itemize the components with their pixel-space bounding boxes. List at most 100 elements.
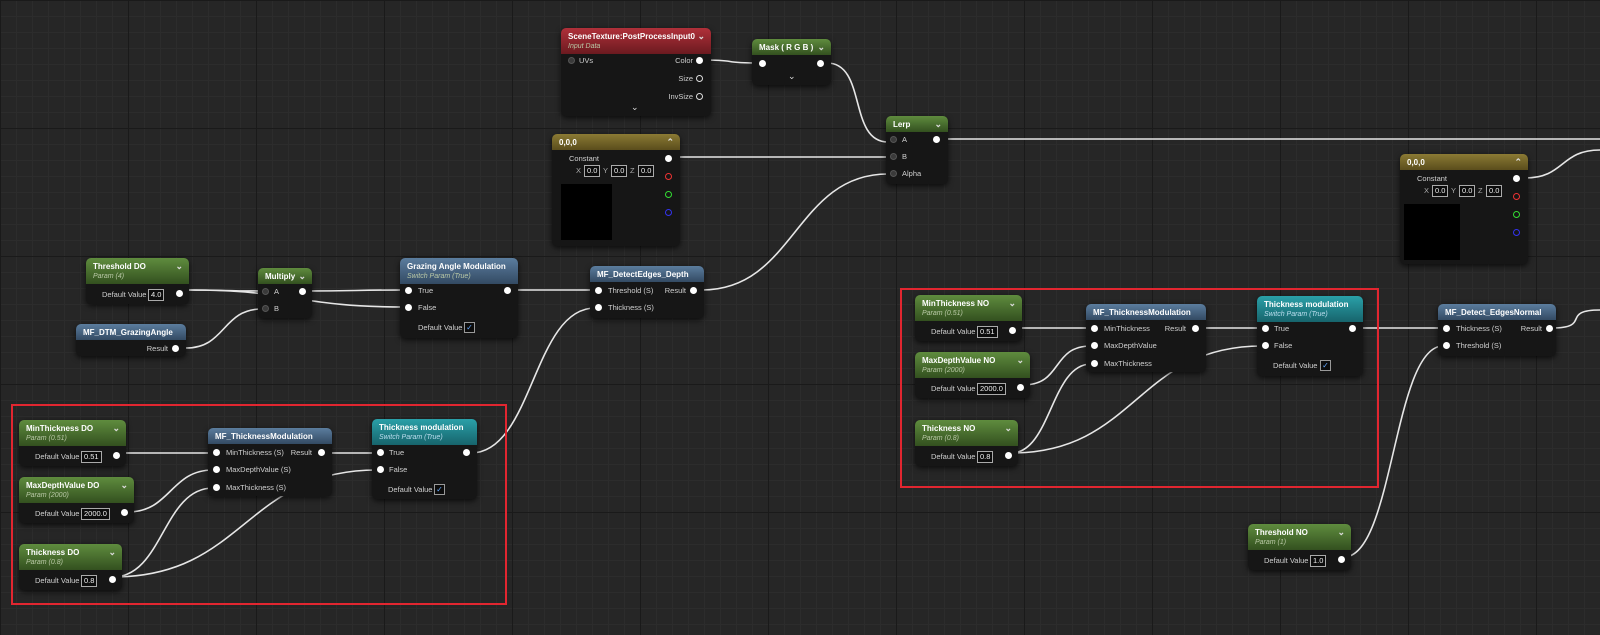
detect-normal-title: MF_Detect_EdgesNormal xyxy=(1445,308,1542,317)
default-value-field[interactable]: 1.0 xyxy=(1310,555,1327,567)
chevron-down-icon[interactable]: ⌄ xyxy=(1337,527,1345,538)
constant-header[interactable]: 0,0,0 ⌃ xyxy=(552,134,680,150)
wire-connection-5 xyxy=(187,289,263,292)
pin-threshold-no-output[interactable] xyxy=(1338,556,1345,563)
pin-blue-output[interactable] xyxy=(1513,229,1520,236)
constant-node-center[interactable]: 0,0,0 ⌃ Constant X 0.0 Y 0.0 Z 0.0 xyxy=(552,134,680,246)
pin-detect-normal-output[interactable] xyxy=(1546,325,1553,332)
color-preview-swatch xyxy=(1404,204,1460,260)
pin-multiply-b-label: B xyxy=(274,304,280,313)
scene-texture-subtitle: Input Data xyxy=(568,43,601,50)
chevron-down-icon[interactable]: ⌄ xyxy=(817,42,825,53)
pin-mask-output[interactable] xyxy=(817,60,824,67)
pin-thickness-label: Thickness (S) xyxy=(608,303,654,312)
pin-threshold-do-output[interactable] xyxy=(176,290,183,297)
pin-true-input[interactable] xyxy=(405,287,412,294)
y-label: Y xyxy=(1451,186,1457,195)
pin-multiply-output[interactable] xyxy=(299,288,306,295)
constant-node-right[interactable]: 0,0,0 ⌃ Constant X 0.0 Y 0.0 Z 0.0 xyxy=(1400,154,1528,264)
pin-green-output[interactable] xyxy=(665,191,672,198)
y-value-field[interactable]: 0.0 xyxy=(1459,185,1476,197)
grazing-angle-function-node[interactable]: MF_DTM_GrazingAngle Result xyxy=(76,324,186,356)
pin-threshold-input[interactable] xyxy=(1443,342,1450,349)
pin-uvs-input[interactable] xyxy=(568,57,575,64)
default-value-field[interactable]: 4.0 xyxy=(148,289,165,301)
pin-thickness-input[interactable] xyxy=(595,304,602,311)
chevron-down-icon[interactable]: ⌄ xyxy=(697,31,705,42)
x-value-field[interactable]: 0.0 xyxy=(584,165,601,177)
pin-color-output[interactable] xyxy=(696,57,703,64)
threshold-do-header[interactable]: Threshold DO Param (4) ⌄ xyxy=(86,258,189,284)
lerp-title: Lerp xyxy=(893,120,911,129)
pin-lerp-output[interactable] xyxy=(933,136,940,143)
scene-texture-node[interactable]: SceneTexture:PostProcessInput0 Input Dat… xyxy=(561,28,711,116)
pin-constant-output[interactable] xyxy=(665,155,672,162)
wire-connection-24 xyxy=(1524,149,1600,179)
pin-uvs-label: UVs xyxy=(579,56,594,65)
mask-node[interactable]: Mask ( R G B ) ⌄ ⌄ xyxy=(752,39,831,85)
pin-lerp-b[interactable] xyxy=(890,153,897,160)
mask-title: Mask ( R G B ) xyxy=(759,43,814,52)
detect-edges-depth-node[interactable]: MF_DetectEdges_Depth Threshold (S) Thick… xyxy=(590,266,704,318)
mask-header[interactable]: Mask ( R G B ) ⌄ xyxy=(752,39,831,55)
pin-size-output[interactable] xyxy=(696,75,703,82)
pin-threshold-input[interactable] xyxy=(595,287,602,294)
y-value-field[interactable]: 0.0 xyxy=(611,165,628,177)
grazing-switch-subtitle: Switch Param (True) xyxy=(407,273,471,280)
pin-red-output[interactable] xyxy=(1513,193,1520,200)
chevron-up-icon[interactable]: ⌃ xyxy=(1514,157,1522,168)
grazing-fn-title: MF_DTM_GrazingAngle xyxy=(83,328,173,337)
pin-lerp-a-label: A xyxy=(902,135,908,144)
constant-header[interactable]: 0,0,0 ⌃ xyxy=(1400,154,1528,170)
detect-depth-header[interactable]: MF_DetectEdges_Depth xyxy=(590,266,704,282)
pin-thickness-input[interactable] xyxy=(1443,325,1450,332)
grazing-switch-title: Grazing Angle Modulation xyxy=(407,262,506,271)
expand-chevron-icon[interactable]: ⌄ xyxy=(788,71,796,82)
chevron-down-icon[interactable]: ⌄ xyxy=(298,271,306,282)
pin-result-label: Result xyxy=(146,344,168,353)
pin-result-label: Result xyxy=(664,286,686,295)
multiply-header[interactable]: Multiply ⌄ xyxy=(258,268,312,284)
pin-lerp-a[interactable] xyxy=(890,136,897,143)
pin-multiply-b[interactable] xyxy=(262,305,269,312)
pin-invsize-output[interactable] xyxy=(696,93,703,100)
grazing-switch-header[interactable]: Grazing Angle Modulation Switch Param (T… xyxy=(400,258,518,284)
pin-green-output[interactable] xyxy=(1513,211,1520,218)
lerp-node[interactable]: Lerp ⌄ A B Alpha xyxy=(886,116,948,184)
grazing-angle-switch-node[interactable]: Grazing Angle Modulation Switch Param (T… xyxy=(400,258,518,338)
pin-invsize-label: InvSize xyxy=(668,92,693,101)
pin-false-input[interactable] xyxy=(405,304,412,311)
scene-texture-header[interactable]: SceneTexture:PostProcessInput0 Input Dat… xyxy=(561,28,711,54)
pin-lerp-alpha[interactable] xyxy=(890,170,897,177)
x-value-field[interactable]: 0.0 xyxy=(1432,185,1449,197)
detect-normal-header[interactable]: MF_Detect_EdgesNormal xyxy=(1438,304,1556,320)
z-value-field[interactable]: 0.0 xyxy=(1486,185,1503,197)
pin-grazing-switch-output[interactable] xyxy=(504,287,511,294)
chevron-down-icon[interactable]: ⌄ xyxy=(934,119,942,130)
pin-mask-input[interactable] xyxy=(759,60,766,67)
pin-color-label: Color xyxy=(675,56,693,65)
pin-grazing-fn-output[interactable] xyxy=(172,345,179,352)
chevron-down-icon[interactable]: ⌄ xyxy=(175,261,183,272)
pin-multiply-a[interactable] xyxy=(262,288,269,295)
pin-detect-depth-output[interactable] xyxy=(690,287,697,294)
expand-chevron-icon[interactable]: ⌄ xyxy=(631,102,639,113)
z-label: Z xyxy=(630,166,635,175)
wire-connection-23 xyxy=(1551,309,1600,329)
multiply-node[interactable]: Multiply ⌄ A B xyxy=(258,268,312,318)
default-value-checkbox[interactable]: ✓ xyxy=(464,322,475,333)
pin-constant-output[interactable] xyxy=(1513,175,1520,182)
threshold-no-node[interactable]: Threshold NO Param (1) ⌄ Default Value 1… xyxy=(1248,524,1351,570)
threshold-do-node[interactable]: Threshold DO Param (4) ⌄ Default Value 4… xyxy=(86,258,189,304)
grazing-fn-header[interactable]: MF_DTM_GrazingAngle xyxy=(76,324,186,340)
lerp-header[interactable]: Lerp ⌄ xyxy=(886,116,948,132)
z-value-field[interactable]: 0.0 xyxy=(638,165,655,177)
chevron-up-icon[interactable]: ⌃ xyxy=(666,137,674,148)
param-header[interactable]: Threshold NO Param (1) ⌄ xyxy=(1248,524,1351,550)
pin-red-output[interactable] xyxy=(665,173,672,180)
param-title: Threshold NO xyxy=(1255,528,1308,537)
detect-edges-normal-node[interactable]: MF_Detect_EdgesNormal Thickness (S) Thre… xyxy=(1438,304,1556,356)
wire-connection-3 xyxy=(701,173,889,291)
wire-connection-7 xyxy=(185,308,263,349)
pin-blue-output[interactable] xyxy=(665,209,672,216)
